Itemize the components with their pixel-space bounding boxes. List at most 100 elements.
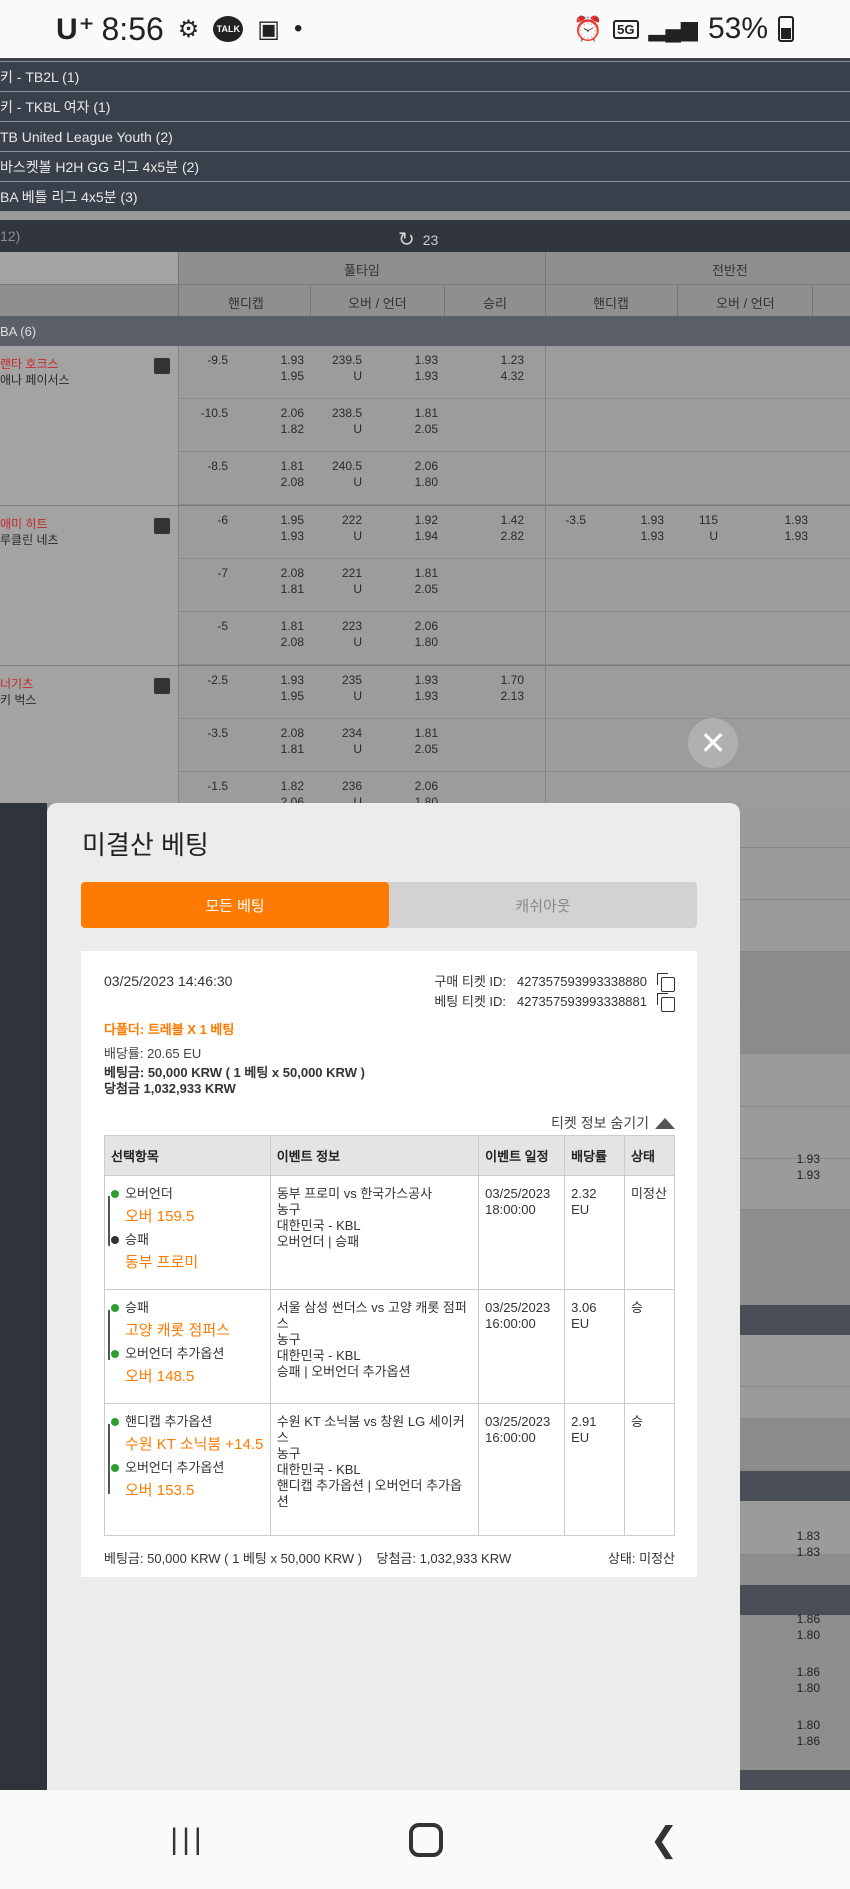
bet-id-label: 베팅 티켓 ID: xyxy=(434,994,507,1009)
copy-icon[interactable] xyxy=(657,973,675,992)
stats-icon[interactable] xyxy=(154,358,170,374)
odds-row: -7 2.08 1.81 221 U 1.81 2.05 xyxy=(178,559,850,612)
selection-market: 오버언더 추가옵션 xyxy=(125,1460,225,1475)
handicap-odds[interactable]: 2.08 1.81 xyxy=(248,725,304,757)
copy-icon[interactable] xyxy=(657,993,675,1012)
network-5g-icon: 5G xyxy=(613,19,639,39)
carrier-label: U⁺ xyxy=(56,12,96,46)
odds-cell: 2.32 EU xyxy=(564,1175,626,1290)
win-odds[interactable]: 1.42 2.82 xyxy=(468,512,524,544)
handicap-odds[interactable]: 1.93 1.95 xyxy=(248,672,304,704)
total-odds[interactable]: 1.93 1.93 xyxy=(378,672,438,704)
event-date: 03/25/2023 xyxy=(485,1300,551,1315)
refresh-button[interactable]: ↻ 23 xyxy=(398,227,438,252)
stake-amount: 베팅금: 50,000 KRW ( 1 베팅 x 50,000 KRW ) xyxy=(104,1065,365,1080)
handicap-odds[interactable]: 1.81 2.08 xyxy=(248,618,304,650)
event-time: 16:00:00 xyxy=(485,1316,536,1331)
total-line: 234 U xyxy=(341,726,362,756)
total-line: 221 U xyxy=(341,566,362,596)
league-item[interactable]: 키 - TB2L (1) xyxy=(0,62,850,92)
selection-item: 승패 동부 프로미 xyxy=(111,1232,264,1272)
handicap-odds[interactable]: 1.81 2.08 xyxy=(248,458,304,490)
handicap-line: -8.5 xyxy=(207,459,228,473)
match-teams[interactable]: 랜타 호크스 애나 페이서스 xyxy=(0,356,70,388)
total-odds[interactable]: 1.93 1.93 xyxy=(378,352,438,384)
handicap-odds[interactable]: 2.08 1.81 xyxy=(248,565,304,597)
win-odds[interactable]: 1.23 4.32 xyxy=(468,352,524,384)
purchase-id-value: 427357593993338880 xyxy=(516,974,647,989)
firsthalf-handicap-header: 핸디캡 xyxy=(593,296,629,311)
handicap-odds[interactable]: 1.95 1.93 xyxy=(248,512,304,544)
odds-row: -10.5 2.06 1.82 238.5 U 1.81 2.05 xyxy=(178,399,850,452)
home-team: 랜타 호크스 xyxy=(0,357,59,371)
recent-apps-button[interactable]: ||| xyxy=(158,1820,218,1860)
total-odds[interactable]: 1.81 2.05 xyxy=(378,565,438,597)
away-team: 키 벅스 xyxy=(0,693,37,707)
bet-ticket-id: 베팅 티켓 ID: 427357593993338881 xyxy=(434,991,647,1010)
fulltime-header: 풀타임 xyxy=(344,263,380,278)
total-odds[interactable]: 1.81 2.05 xyxy=(378,725,438,757)
total-line: 240.5 U xyxy=(331,459,362,489)
odds-value: 1.86 1.80 xyxy=(796,1665,820,1695)
event-teams: 동부 프로미 vs 한국가스공사 xyxy=(276,1186,433,1201)
hide-info-label: 티켓 정보 숨기기 xyxy=(551,1115,649,1131)
stats-icon[interactable] xyxy=(154,518,170,534)
system-nav-bar: ||| ❮ xyxy=(0,1790,850,1889)
bet-selections-table: 선택항목 이벤트 정보 이벤트 일정 배당률 상태 오버언더 오버 159.5 xyxy=(104,1135,675,1536)
league-item[interactable]: TB United League Youth (2) xyxy=(0,122,850,152)
total-odds[interactable]: 2.06 1.80 xyxy=(378,458,438,490)
tab-all-bets[interactable]: 모든 베팅 xyxy=(81,882,389,928)
back-button[interactable]: ❮ xyxy=(634,1820,694,1860)
odds-value: 1.83 1.83 xyxy=(796,1529,820,1559)
status-cell: 승 xyxy=(624,1403,675,1536)
total-line: 238.5 U xyxy=(331,406,362,436)
event-markets: 승패 | 오버언더 추가옵션 xyxy=(276,1364,411,1379)
event-schedule-cell: 03/25/2023 16:00:00 xyxy=(478,1403,566,1536)
firsthalf-total-odds[interactable]: 1.93 1.93 xyxy=(758,512,808,544)
total-odds[interactable]: 2.06 1.80 xyxy=(378,618,438,650)
league-item[interactable]: 바스켓볼 H2H GG 리그 4x5분 (2) xyxy=(0,152,850,182)
event-info-cell: 서울 삼성 썬더스 vs 고양 캐롯 점퍼스 농구 대한민국 - KBL 승패 … xyxy=(269,1289,480,1404)
total-line: 239.5 U xyxy=(331,353,362,383)
event-teams: 수원 KT 소닉붐 vs 창원 LG 세이커스 xyxy=(276,1414,465,1445)
selection-cell: 승패 고양 캐롯 점퍼스 오버언더 추가옵션 오버 148.5 xyxy=(104,1289,271,1404)
bet-ticket-card: 03/25/2023 14:46:30 구매 티켓 ID: 4273575939… xyxy=(81,951,697,1577)
handicap-line: -3.5 xyxy=(207,726,228,740)
selection-pick: 동부 프로미 xyxy=(125,1254,199,1271)
home-button[interactable] xyxy=(396,1820,456,1860)
battery-percent: 53% xyxy=(707,12,768,45)
match-teams[interactable]: 애미 히트 루클린 네츠 xyxy=(0,516,59,548)
firsthalf-handicap-odds[interactable]: 1.93 1.93 xyxy=(608,512,664,544)
hide-ticket-info-toggle[interactable]: 티켓 정보 숨기기 xyxy=(551,1113,675,1133)
selection-market: 오버언더 xyxy=(125,1186,173,1201)
board-header-periods: 풀타임 전반전 xyxy=(0,252,850,316)
close-icon: ✕ xyxy=(699,725,727,761)
match-teams[interactable]: 너기츠 키 벅스 xyxy=(0,676,36,708)
total-odds[interactable]: 1.92 1.94 xyxy=(378,512,438,544)
selection-pick: 오버 153.5 xyxy=(125,1482,195,1499)
total-odds[interactable]: 1.81 2.05 xyxy=(378,405,438,437)
league-item[interactable]: 키 - TKBL 여자 (1) xyxy=(0,92,850,122)
tab-cashout[interactable]: 캐쉬아웃 xyxy=(389,882,697,928)
status-dot-icon xyxy=(111,1190,119,1198)
event-time: 16:00:00 xyxy=(485,1430,536,1445)
handicap-odds[interactable]: 2.06 1.82 xyxy=(248,405,304,437)
event-date: 03/25/2023 xyxy=(485,1186,551,1201)
handicap-odds[interactable]: 1.93 1.95 xyxy=(248,352,304,384)
close-button[interactable]: ✕ xyxy=(688,718,738,768)
handicap-line: -10.5 xyxy=(200,406,228,420)
back-chevron-icon: ❮ xyxy=(649,1821,679,1859)
firsthalf-handicap-line: -3.5 xyxy=(565,513,586,527)
stake-summary: 베팅금: 50,000 KRW ( 1 베팅 x 50,000 KRW ) 당첨… xyxy=(104,1065,365,1097)
win-odds[interactable]: 1.70 2.13 xyxy=(468,672,524,704)
battery-icon xyxy=(778,16,794,42)
league-item[interactable]: BA 베틀 리그 4x5분 (3) xyxy=(0,182,850,212)
selection-pick: 수원 KT 소닉붐 +14.5 xyxy=(125,1436,264,1453)
event-info-cell: 동부 프로미 vs 한국가스공사 농구 대한민국 - KBL 오버언더 | 승패 xyxy=(269,1175,480,1290)
selection-item: 오버언더 추가옵션 오버 153.5 xyxy=(111,1460,264,1500)
odds-row: -6 1.95 1.93 222 U 1.92 1.94 1.42 2.82 -3.5 1.93 1.… xyxy=(178,506,850,559)
stats-icon[interactable] xyxy=(154,678,170,694)
handicap-line: -5 xyxy=(217,619,228,633)
footer-stake: 베팅금: 50,000 KRW ( 1 베팅 x 50,000 KRW ) xyxy=(104,1551,363,1566)
total-line: 222 U xyxy=(341,513,362,543)
